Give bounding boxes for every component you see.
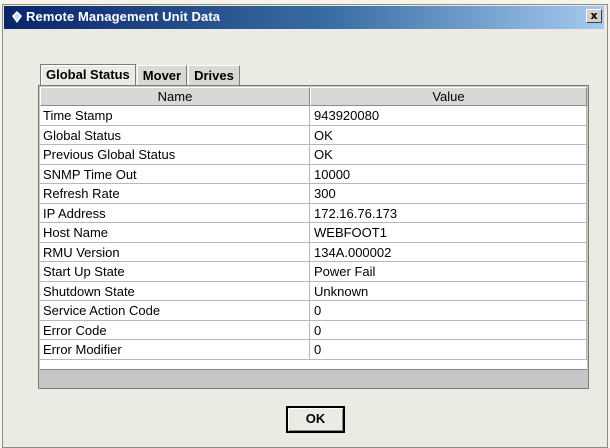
table-row[interactable]: IP Address 172.16.76.173 — [40, 203, 587, 223]
title-bar[interactable]: Remote Management Unit Data x — [4, 6, 604, 29]
row-value-cell[interactable]: 0 — [310, 340, 587, 360]
row-name-cell[interactable]: SNMP Time Out — [40, 164, 310, 184]
row-value-cell[interactable]: 0 — [310, 301, 587, 321]
table-row[interactable]: RMU Version 134A.000002 — [40, 242, 587, 262]
table-row[interactable]: Error Code 0 — [40, 320, 587, 340]
table-row[interactable]: SNMP Time Out 10000 — [40, 164, 587, 184]
row-name-cell[interactable]: Host Name — [40, 223, 310, 243]
table-row[interactable]: Start Up State Power Fail — [40, 262, 587, 282]
row-name-cell[interactable]: Refresh Rate — [40, 184, 310, 204]
row-name-cell[interactable]: IP Address — [40, 203, 310, 223]
tab-strip: Global Status Mover Drives — [40, 64, 241, 85]
row-value-cell[interactable]: 0 — [310, 320, 587, 340]
data-table: Name Value Time Stamp 943920080 Global Sta… — [40, 87, 587, 370]
row-value-cell[interactable]: 300 — [310, 184, 587, 204]
window-title: Remote Management Unit Data — [26, 9, 221, 24]
row-name-cell[interactable]: Start Up State — [40, 262, 310, 282]
table-row[interactable]: Time Stamp 943920080 — [40, 106, 587, 126]
table-row[interactable]: Refresh Rate 300 — [40, 184, 587, 204]
row-name-cell[interactable]: Error Code — [40, 320, 310, 340]
row-value-cell[interactable]: 134A.000002 — [310, 242, 587, 262]
table-row[interactable]: Shutdown State Unknown — [40, 281, 587, 301]
java-coffee-icon — [10, 10, 24, 24]
table-row[interactable]: Global Status OK — [40, 125, 587, 145]
tab-panel: Name Value Time Stamp 943920080 Global Sta… — [38, 85, 589, 389]
table-row[interactable]: Error Modifier 0 — [40, 340, 587, 360]
table-row[interactable]: Service Action Code 0 — [40, 301, 587, 321]
tab-global-status[interactable]: Global Status — [40, 64, 136, 85]
row-value-cell[interactable]: 172.16.76.173 — [310, 203, 587, 223]
row-name-cell[interactable]: Service Action Code — [40, 301, 310, 321]
tab-drives[interactable]: Drives — [188, 65, 240, 85]
row-value-cell[interactable]: Unknown — [310, 281, 587, 301]
table-row[interactable]: Host Name WEBFOOT1 — [40, 223, 587, 243]
row-name-cell[interactable]: Shutdown State — [40, 281, 310, 301]
row-value-cell[interactable]: 943920080 — [310, 106, 587, 126]
column-header-name[interactable]: Name — [40, 87, 310, 106]
row-name-cell[interactable]: Global Status — [40, 125, 310, 145]
row-value-cell[interactable]: OK — [310, 125, 587, 145]
row-name-cell[interactable]: Previous Global Status — [40, 145, 310, 165]
row-value-cell[interactable]: OK — [310, 145, 587, 165]
table-body: Time Stamp 943920080 Global Status OK Previo… — [40, 106, 587, 360]
row-name-cell[interactable]: Time Stamp — [40, 106, 310, 126]
row-value-cell[interactable]: WEBFOOT1 — [310, 223, 587, 243]
row-value-cell[interactable]: Power Fail — [310, 262, 587, 282]
row-value-cell[interactable]: 10000 — [310, 164, 587, 184]
row-name-cell[interactable]: Error Modifier — [40, 340, 310, 360]
table-header: Name Value — [40, 87, 587, 106]
column-header-value[interactable]: Value — [310, 87, 587, 106]
close-button[interactable]: x — [586, 9, 602, 23]
row-name-cell[interactable]: RMU Version — [40, 242, 310, 262]
ok-button[interactable]: OK — [286, 406, 345, 433]
tab-mover[interactable]: Mover — [136, 65, 188, 85]
table-row[interactable]: Previous Global Status OK — [40, 145, 587, 165]
